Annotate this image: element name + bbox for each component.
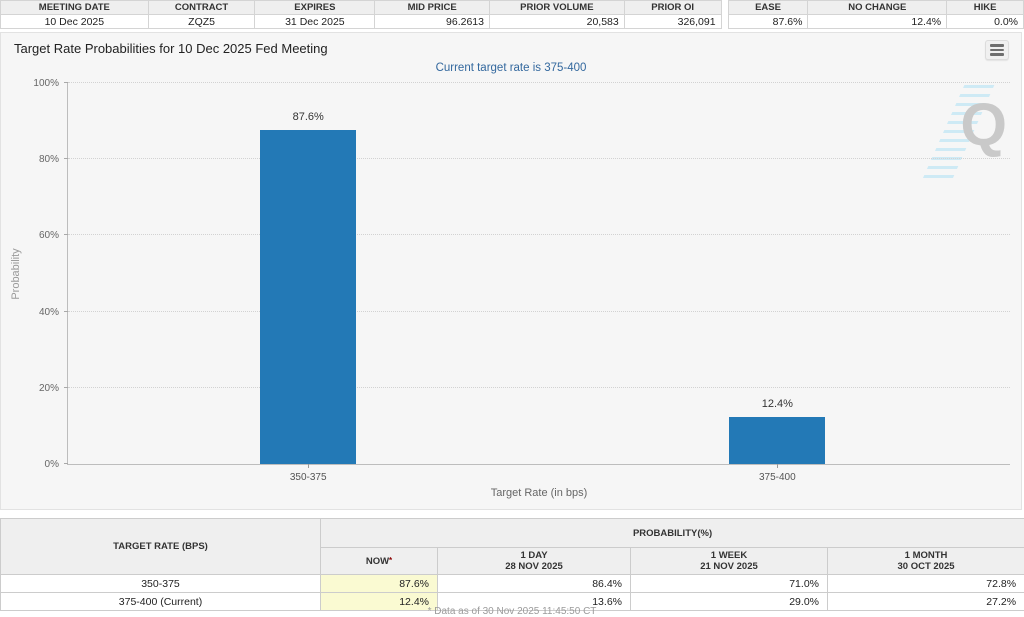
col-header-hike: HIKE (947, 1, 1024, 15)
col-header-1-week: 1 WEEK21 NOV 2025 (631, 548, 828, 575)
ease-value: 87.6% (728, 15, 808, 29)
x-category-label: 375-400 (759, 472, 796, 483)
hamburger-menu-icon (990, 53, 1004, 56)
top-summary-bar: MEETING DATE CONTRACT EXPIRES MID PRICE … (0, 0, 1024, 29)
col-header-no-change: NO CHANGE (808, 1, 947, 15)
col-header-meeting-date: MEETING DATE (1, 1, 149, 15)
y-gridline (68, 311, 1010, 312)
y-gridline (68, 158, 1010, 159)
mid-price-value: 96.2613 (375, 15, 490, 29)
x-category-label: 350-375 (290, 472, 327, 483)
hamburger-menu-icon (990, 44, 1004, 47)
contract-stats-table: MEETING DATE CONTRACT EXPIRES MID PRICE … (0, 0, 722, 29)
chart-menu-button[interactable] (985, 40, 1009, 60)
week-probability-cell: 71.0% (631, 575, 828, 593)
y-tick-label: 100% (33, 78, 59, 89)
footnote-asterisk: * (389, 556, 392, 565)
y-axis-title: Probability (10, 248, 22, 299)
rate-move-probability-table: EASE NO CHANGE HIKE 87.6% 12.4% 0.0% (728, 0, 1024, 29)
table-row: 87.6% 12.4% 0.0% (728, 15, 1023, 29)
plot-area: Probability Target Rate (in bps) 0%20%40… (67, 83, 1010, 465)
contract-value: ZQZ5 (148, 15, 255, 29)
probability-bar (260, 130, 356, 464)
col-header-1-day: 1 DAY28 NOV 2025 (438, 548, 631, 575)
col-header-mid-price: MID PRICE (375, 1, 490, 15)
y-tick-mark (64, 234, 68, 235)
no-change-value: 12.4% (808, 15, 947, 29)
col-header-1-month: 1 MONTH30 OCT 2025 (828, 548, 1024, 575)
y-gridline (68, 387, 1010, 388)
hike-value: 0.0% (947, 15, 1024, 29)
probability-history-table: TARGET RATE (BPS) PROBABILITY(%) NOW* 1 … (0, 518, 1024, 611)
chart-subtitle: Current target rate is 375-400 (1, 62, 1021, 74)
hamburger-menu-icon (990, 49, 1004, 52)
month-probability-cell: 72.8% (828, 575, 1024, 593)
y-tick-label: 40% (39, 307, 59, 318)
y-tick-mark (64, 82, 68, 83)
chart-title: Target Rate Probabilities for 10 Dec 202… (14, 41, 328, 56)
col-header-contract: CONTRACT (148, 1, 255, 15)
col-header-ease: EASE (728, 1, 808, 15)
y-tick-mark (64, 158, 68, 159)
x-axis-title: Target Rate (in bps) (491, 487, 588, 499)
table-row: 10 Dec 2025 ZQZ5 31 Dec 2025 96.2613 20,… (1, 15, 722, 29)
table-row: 350-375 87.6% 86.4% 71.0% 72.8% (1, 575, 1024, 593)
prior-volume-value: 20,583 (489, 15, 624, 29)
bar-value-label: 12.4% (762, 398, 793, 410)
meeting-date-value: 10 Dec 2025 (1, 15, 149, 29)
y-tick-mark (64, 387, 68, 388)
y-gridline (68, 82, 1010, 83)
y-tick-label: 60% (39, 230, 59, 241)
probability-history-table-wrap: TARGET RATE (BPS) PROBABILITY(%) NOW* 1 … (0, 518, 1024, 611)
col-header-probability: PROBABILITY(%) (321, 519, 1024, 548)
y-tick-mark (64, 311, 68, 312)
probability-bar (729, 417, 825, 464)
col-header-expires: EXPIRES (255, 1, 375, 15)
col-header-prior-volume: PRIOR VOLUME (489, 1, 624, 15)
y-gridline (68, 234, 1010, 235)
x-tick-mark (308, 464, 309, 468)
now-probability-cell: 87.6% (321, 575, 438, 593)
prior-oi-value: 326,091 (624, 15, 721, 29)
target-rate-cell: 350-375 (1, 575, 321, 593)
col-header-target-rate: TARGET RATE (BPS) (1, 519, 321, 575)
y-tick-label: 0% (45, 459, 59, 470)
data-as-of-footnote: * Data as of 30 Nov 2025 11:45:50 CT (0, 606, 1024, 617)
day-probability-cell: 86.4% (438, 575, 631, 593)
y-tick-label: 80% (39, 154, 59, 165)
probability-chart-panel: Target Rate Probabilities for 10 Dec 202… (0, 32, 1022, 510)
col-header-now: NOW* (321, 548, 438, 575)
x-tick-mark (777, 464, 778, 468)
y-tick-mark (64, 463, 68, 464)
col-header-prior-oi: PRIOR OI (624, 1, 721, 15)
bar-value-label: 87.6% (293, 111, 324, 123)
y-tick-label: 20% (39, 383, 59, 394)
expires-value: 31 Dec 2025 (255, 15, 375, 29)
